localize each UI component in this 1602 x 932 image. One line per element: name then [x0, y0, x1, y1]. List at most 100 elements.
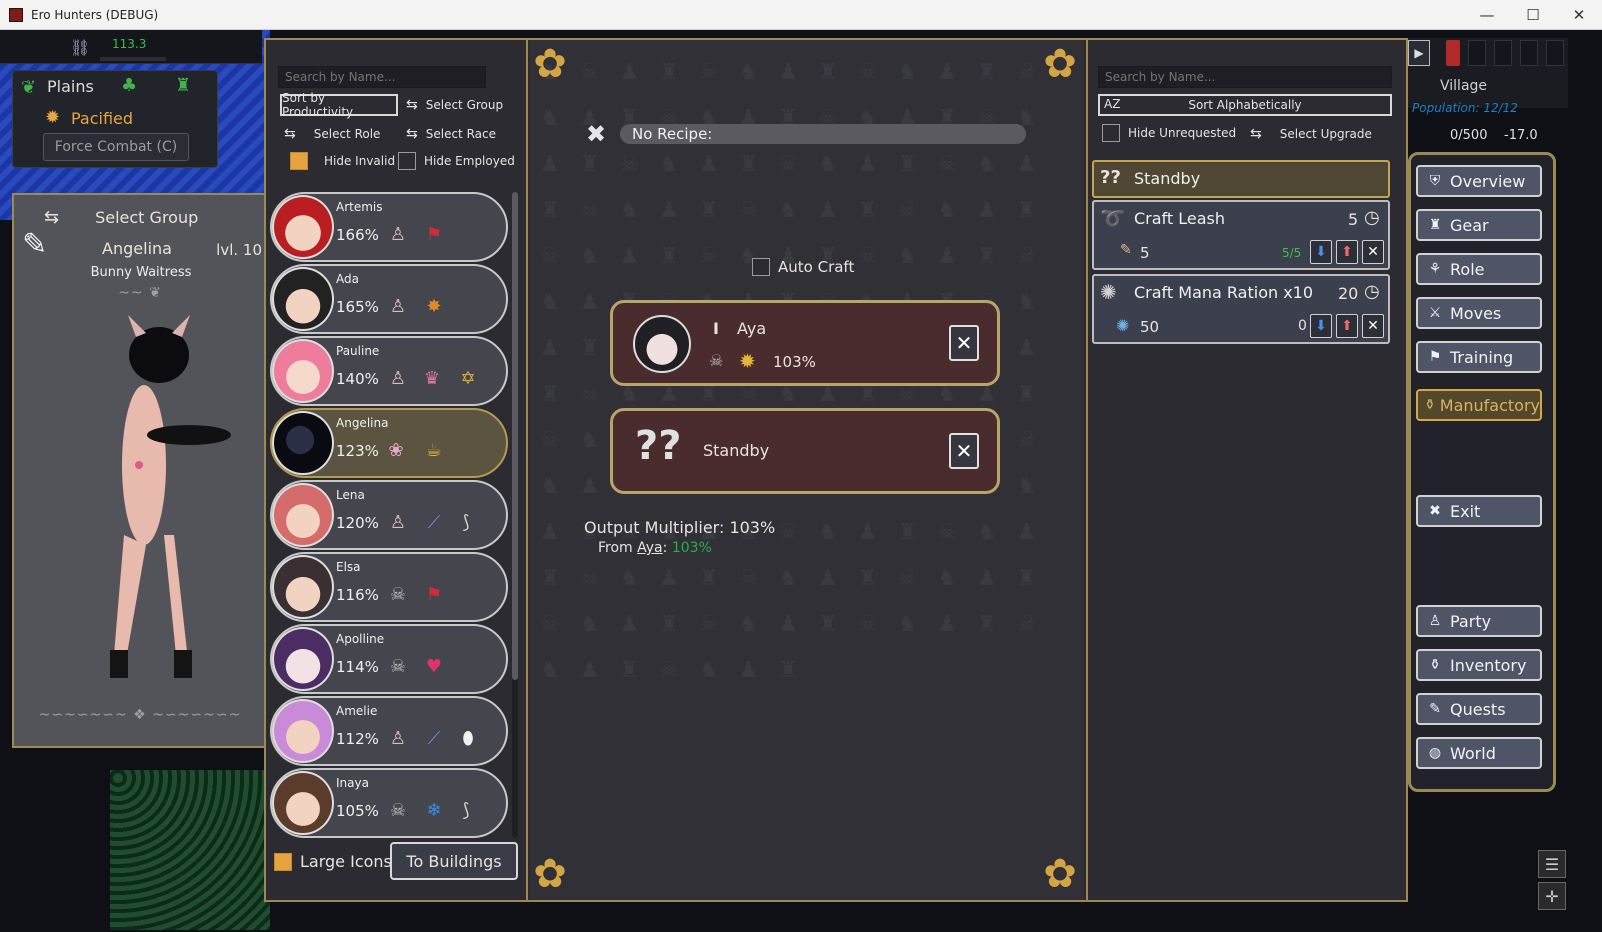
large-icons-toggle[interactable]: Large Icons: [274, 852, 392, 871]
character-portrait: [110, 315, 231, 678]
ornament-corner-icon: ✿: [1043, 41, 1077, 87]
select-upgrade-button[interactable]: ⇆ Select Upgrade: [1250, 126, 1372, 142]
worker-list-scrollbar[interactable]: [512, 192, 518, 838]
nav-party[interactable]: ♙ Party: [1416, 605, 1542, 637]
avatar: [633, 315, 691, 373]
nav-training[interactable]: ⚑ Training: [1416, 341, 1542, 373]
minimize-button[interactable]: —: [1464, 0, 1510, 30]
close-icon: ✖: [1429, 503, 1441, 519]
clear-recipe-icon[interactable]: ✖: [586, 120, 606, 148]
worker-card-amelie[interactable]: Amelie 112% ♙ ⟋ ⬮: [270, 696, 508, 766]
large-icons-checkbox[interactable]: [274, 852, 292, 871]
hide-invalid-toggle[interactable]: Hide Invalid: [290, 152, 395, 170]
recipe-craft-leash[interactable]: ➰ Craft Leash 5 ◷ ✎ 5 5/5 ⬇ ⬆ ✕: [1092, 200, 1390, 270]
stat-capacity: 0/500: [1450, 128, 1488, 143]
worker-productivity: 165%: [336, 298, 379, 316]
worker-card-pauline[interactable]: Pauline 140% ♙ ♛ ✡: [270, 336, 508, 406]
az-sort-icon: AZ: [1104, 97, 1121, 111]
worker-card-artemis[interactable]: Artemis 166% ♙ ⚑: [270, 192, 508, 262]
move-up-button[interactable]: ⬆: [1336, 240, 1358, 264]
remove-recipe-button[interactable]: ✕: [1362, 314, 1384, 338]
worker-name: Amelie: [336, 704, 378, 718]
sort-alphabetically-label: Sort Alphabetically: [1188, 98, 1302, 112]
nav-overview[interactable]: ⛨ Overview: [1416, 165, 1542, 197]
sun-icon: ✹: [739, 349, 756, 373]
worker-productivity: 166%: [336, 226, 379, 244]
select-race-button[interactable]: ⇆ Select Race: [406, 126, 496, 142]
select-group-button[interactable]: ⇆ Select Group: [406, 97, 503, 113]
move-up-button[interactable]: ⬆: [1336, 314, 1358, 338]
sort-alphabetically-button[interactable]: AZ Sort Alphabetically: [1098, 94, 1392, 116]
recipe-craft-mana-ration[interactable]: ✺ Craft Mana Ration x10 20 ◷ ✺ 50 0 ⬇ ⬆ …: [1092, 274, 1390, 344]
select-role-label: Select Role: [313, 127, 381, 141]
move-down-button[interactable]: ⬇: [1310, 314, 1332, 338]
worker-card-elsa[interactable]: Elsa 116% ☠ ⚑: [270, 552, 508, 622]
character-select-group[interactable]: ⇆ Select Group: [44, 207, 244, 228]
worker-card-lena[interactable]: Lena 120% ♙ ⟋ ⟆: [270, 480, 508, 550]
character-panel: ⇆ Select Group ✎ Angelina lvl. 10 Bunny …: [12, 193, 266, 748]
auto-craft-checkbox[interactable]: [752, 258, 770, 276]
nav-moves[interactable]: ⚔ Moves: [1416, 297, 1542, 329]
monster-race-icon: ☠: [709, 351, 724, 370]
grass-tiles: [110, 770, 270, 930]
nav-label: Training: [1450, 347, 1514, 367]
question-icon: ??: [635, 423, 682, 469]
hide-invalid-label: Hide Invalid: [324, 154, 396, 168]
quest-icon: ✎: [1429, 701, 1441, 717]
bunny-race-icon: ❀: [388, 440, 404, 461]
close-window-button[interactable]: ✕: [1556, 0, 1602, 30]
worker-rank: I: [713, 319, 719, 338]
worker-card-apolline[interactable]: Apolline 114% ☠ ♥: [270, 624, 508, 694]
hide-employed-checkbox[interactable]: [398, 152, 416, 170]
ornament-divider-bottom: ~∽~∽~∽~ ❖ ~∽~∽~∽~: [38, 707, 242, 723]
remove-worker-button[interactable]: ✕: [949, 325, 979, 361]
select-group-label: Select Group: [95, 208, 199, 227]
hide-unrequested-checkbox[interactable]: [1102, 124, 1120, 142]
auto-craft-toggle[interactable]: Auto Craft: [752, 258, 854, 276]
recipe-progress-bar: No Recipe:: [620, 124, 1026, 144]
side-top-area: [1408, 38, 1568, 108]
nav-inventory[interactable]: ⚱ Inventory: [1416, 649, 1542, 681]
chain-icon: ⛓: [70, 38, 91, 57]
hide-employed-toggle[interactable]: Hide Employed: [398, 152, 515, 170]
maximize-button[interactable]: ☐: [1510, 0, 1556, 30]
nav-label: Exit: [1450, 501, 1481, 521]
sort-by-productivity-button[interactable]: Sort by Productivity: [280, 91, 398, 119]
avatar: [272, 195, 334, 259]
remove-standby-button[interactable]: ✕: [949, 433, 979, 469]
monster-race-icon: ☠: [389, 656, 407, 677]
worker-card-angelina[interactable]: Angelina 123% ❀ ☕: [270, 408, 508, 478]
mug-icon: ☕: [425, 440, 443, 461]
character-level: lvl. 10: [216, 241, 262, 259]
remove-recipe-button[interactable]: ✕: [1362, 240, 1384, 264]
assigned-worker-slot[interactable]: I Aya ☠ ✹ 103% ✕: [610, 300, 1000, 386]
nav-gear[interactable]: ♜ Gear: [1416, 209, 1542, 241]
nav-label: World: [1450, 743, 1496, 763]
craft-amount: 5: [1140, 244, 1150, 262]
snowflake-icon: ❄: [426, 800, 442, 821]
nav-role[interactable]: ⚘ Role: [1416, 253, 1542, 285]
worker-search-input[interactable]: [278, 66, 486, 88]
standby-slot[interactable]: ?? Standby ✕: [610, 408, 1000, 494]
nav-manufactory[interactable]: ⚱ Manufactory: [1416, 389, 1542, 421]
play-icon[interactable]: ▶: [1408, 40, 1430, 66]
recipe-search-input[interactable]: [1098, 66, 1392, 88]
nav-exit[interactable]: ✖ Exit: [1416, 495, 1542, 527]
worker-card-ada[interactable]: Ada 165% ♙ ✸: [270, 264, 508, 334]
hide-unrequested-toggle[interactable]: Hide Unrequested: [1102, 124, 1236, 142]
layers-icon[interactable]: ☰: [1538, 850, 1566, 878]
move-down-button[interactable]: ⬇: [1310, 240, 1332, 264]
person-icon: ♙: [1428, 613, 1442, 629]
scrollbar-thumb[interactable]: [512, 192, 518, 680]
avatar: [272, 627, 334, 691]
nav-quests[interactable]: ✎ Quests: [1416, 693, 1542, 725]
craft-time: 5: [1348, 210, 1359, 229]
to-buildings-button[interactable]: To Buildings: [390, 842, 518, 880]
worker-card-inaya[interactable]: Inaya 105% ☠ ❄ ⟆: [270, 768, 508, 838]
hide-invalid-checkbox[interactable]: [290, 152, 308, 170]
force-combat-button[interactable]: Force Combat (C): [43, 133, 189, 161]
nav-world[interactable]: ◍ World: [1416, 737, 1542, 769]
crosshair-icon[interactable]: ✛: [1538, 882, 1566, 910]
recipe-standby[interactable]: ?? Standby: [1092, 160, 1390, 198]
select-role-button[interactable]: ⇆ Select Role: [284, 126, 380, 142]
